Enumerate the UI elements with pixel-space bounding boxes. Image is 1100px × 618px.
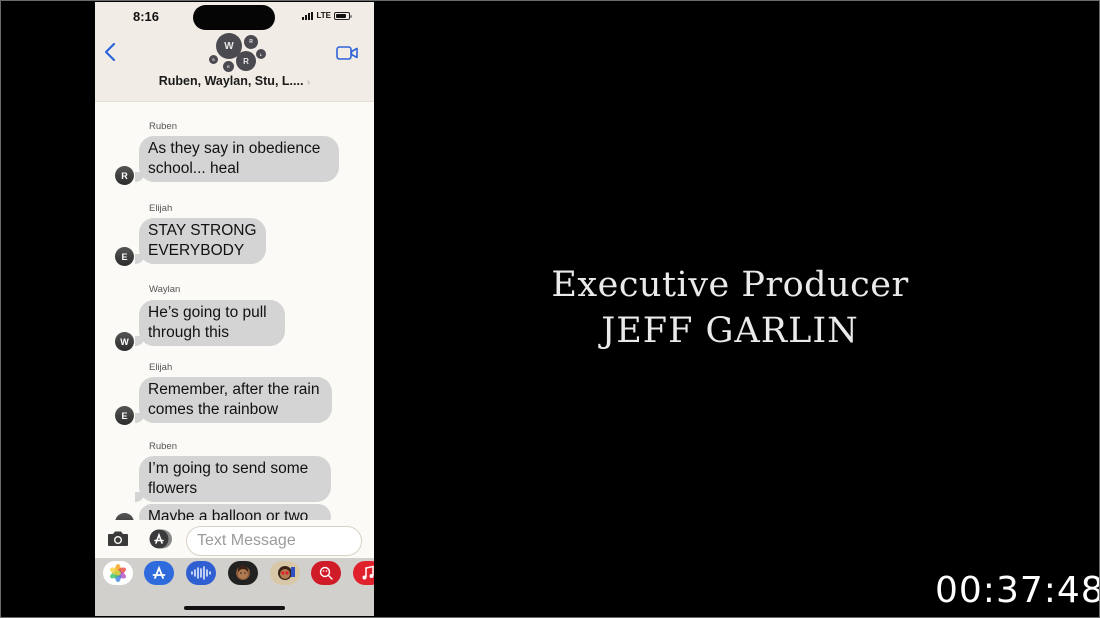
status-time: 8:16	[133, 9, 160, 24]
sender-avatar[interactable]: E	[115, 247, 134, 266]
chevron-right-icon: ›	[306, 77, 311, 88]
message-sender: Ruben	[149, 441, 177, 452]
battery-icon	[334, 11, 352, 20]
message-thread[interactable]: Ruben As they say in obedience school...…	[95, 103, 374, 523]
message-composer	[95, 520, 374, 558]
group-avatar: R	[244, 35, 258, 49]
camera-button[interactable]	[107, 530, 129, 547]
group-avatar: L	[256, 49, 266, 59]
imessage-app-strip	[95, 558, 374, 616]
message-sender: Waylan	[149, 284, 181, 295]
home-indicator[interactable]	[184, 606, 285, 610]
sender-avatar[interactable]: E	[115, 406, 134, 425]
group-avatar: S	[209, 55, 218, 64]
timecode: 00:37:48	[935, 570, 1100, 611]
network-label: LTE	[316, 11, 331, 20]
sender-avatar[interactable]: W	[115, 332, 134, 351]
credit-name: JEFF GARLIN	[601, 311, 859, 351]
message-bubble[interactable]: I’m going to send some flowers	[135, 456, 331, 502]
message-sender: Elijah	[149, 203, 173, 214]
dynamic-island	[193, 5, 275, 30]
message-bubble[interactable]: Remember, after the rain comes the rainb…	[135, 377, 332, 423]
photos-icon	[109, 564, 127, 582]
group-avatar: E	[223, 61, 234, 72]
opening-credits: Executive Producer JEFF GARLIN	[380, 262, 1080, 354]
message-bubble[interactable]: STAY STRONG EVERYBODY	[135, 218, 266, 264]
credit-role: Executive Producer	[551, 265, 909, 305]
apps-button[interactable]	[147, 529, 173, 549]
audio-message-app-button[interactable]	[186, 561, 216, 585]
chevron-left-icon	[104, 42, 116, 62]
signal-icon	[302, 11, 314, 20]
video-camera-icon	[336, 46, 358, 60]
group-avatar-cluster[interactable]: W R L R E S	[203, 30, 266, 74]
phone-screen: 8:16 LTE W R L R E S Ruben, Waylan, Stu,…	[95, 2, 374, 616]
memoji-icon	[236, 565, 250, 580]
app-store-icon	[149, 529, 172, 549]
battery-fill	[336, 13, 347, 18]
message-bubble[interactable]: He’s going to pull through this	[135, 300, 285, 346]
message-sender: Ruben	[149, 121, 177, 132]
app-store-icon	[152, 565, 166, 579]
status-indicators: LTE	[302, 11, 352, 20]
app-store-app-button[interactable]	[144, 561, 174, 585]
music-app-button[interactable]	[353, 561, 374, 585]
message-bubble[interactable]: As they say in obedience school... heal	[135, 136, 339, 182]
camera-icon	[108, 531, 128, 546]
text-message-input[interactable]	[186, 526, 362, 556]
memoji-stickers-icon	[278, 566, 295, 580]
group-avatar: R	[236, 51, 256, 71]
image-search-icon	[319, 566, 333, 580]
memoji-app-button[interactable]	[228, 561, 258, 585]
back-button[interactable]	[103, 42, 121, 64]
music-icon	[362, 565, 374, 580]
sender-avatar[interactable]: R	[115, 166, 134, 185]
memoji-stickers-app-button[interactable]	[270, 561, 300, 585]
conversation-header: 8:16 LTE W R L R E S Ruben, Waylan, Stu,…	[95, 2, 374, 102]
message-sender: Elijah	[149, 362, 173, 373]
image-search-app-button[interactable]	[311, 561, 341, 585]
photos-app-button[interactable]	[103, 561, 133, 585]
conversation-title-text: Ruben, Waylan, Stu, L....	[158, 74, 304, 88]
conversation-title[interactable]: Ruben, Waylan, Stu, L.... ›	[95, 74, 374, 88]
audio-message-icon	[191, 566, 211, 580]
video-call-button[interactable]	[336, 46, 358, 60]
